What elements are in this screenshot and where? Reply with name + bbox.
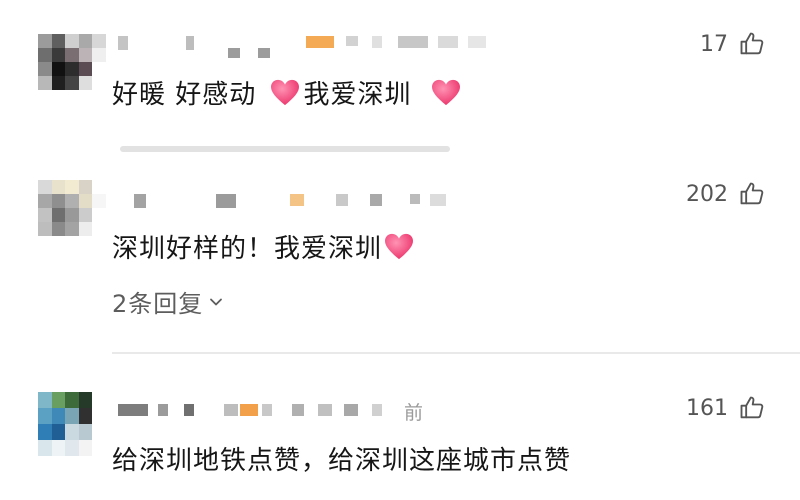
- like-button[interactable]: 161: [686, 394, 766, 422]
- replies-label: 2条回复: [112, 290, 204, 318]
- thumbs-up-icon: [740, 182, 764, 205]
- comment-item-1: 17 好暖 好感动 我爱深圳: [0, 0, 800, 152]
- avatar[interactable]: [38, 34, 106, 90]
- comment-text: 深圳好样的！我爱深圳: [112, 228, 418, 265]
- comment-text-part: 我爱深圳: [303, 80, 412, 110]
- divider: [112, 352, 800, 354]
- comment-text-part: 深圳好样的！我爱深圳: [112, 234, 383, 264]
- comment-text: 好暖 好感动 我爱深圳: [112, 74, 465, 111]
- username-meta-pixelated[interactable]: [118, 194, 478, 212]
- like-count: 161: [686, 395, 728, 421]
- comment-item-2: 202 深圳好样的！我爱深圳 2条回复: [0, 150, 800, 354]
- like-button[interactable]: 17: [700, 30, 766, 58]
- comment-item-3: 前 161 给深圳地铁点赞，给深圳这座城市点赞: [0, 380, 800, 500]
- avatar[interactable]: [38, 392, 106, 456]
- avatar[interactable]: [38, 180, 106, 236]
- thumbs-up-icon: [740, 32, 764, 55]
- heart-icon: [385, 233, 414, 260]
- view-replies-button[interactable]: 2条回复: [112, 284, 223, 319]
- chevron-down-icon: [210, 298, 223, 306]
- comment-timestamp: 前: [404, 402, 424, 424]
- like-count: 17: [700, 31, 728, 57]
- heart-icon: [431, 79, 460, 106]
- comment-text: 给深圳地铁点赞，给深圳这座城市点赞: [112, 446, 572, 476]
- comment-text-part: 好暖 好感动: [112, 80, 257, 110]
- like-button[interactable]: 202: [686, 180, 766, 208]
- heart-icon: [270, 79, 299, 106]
- username-meta-pixelated[interactable]: [118, 404, 438, 422]
- thumbs-up-icon: [740, 396, 764, 419]
- username-meta-pixelated[interactable]: [118, 36, 538, 58]
- like-count: 202: [686, 181, 728, 207]
